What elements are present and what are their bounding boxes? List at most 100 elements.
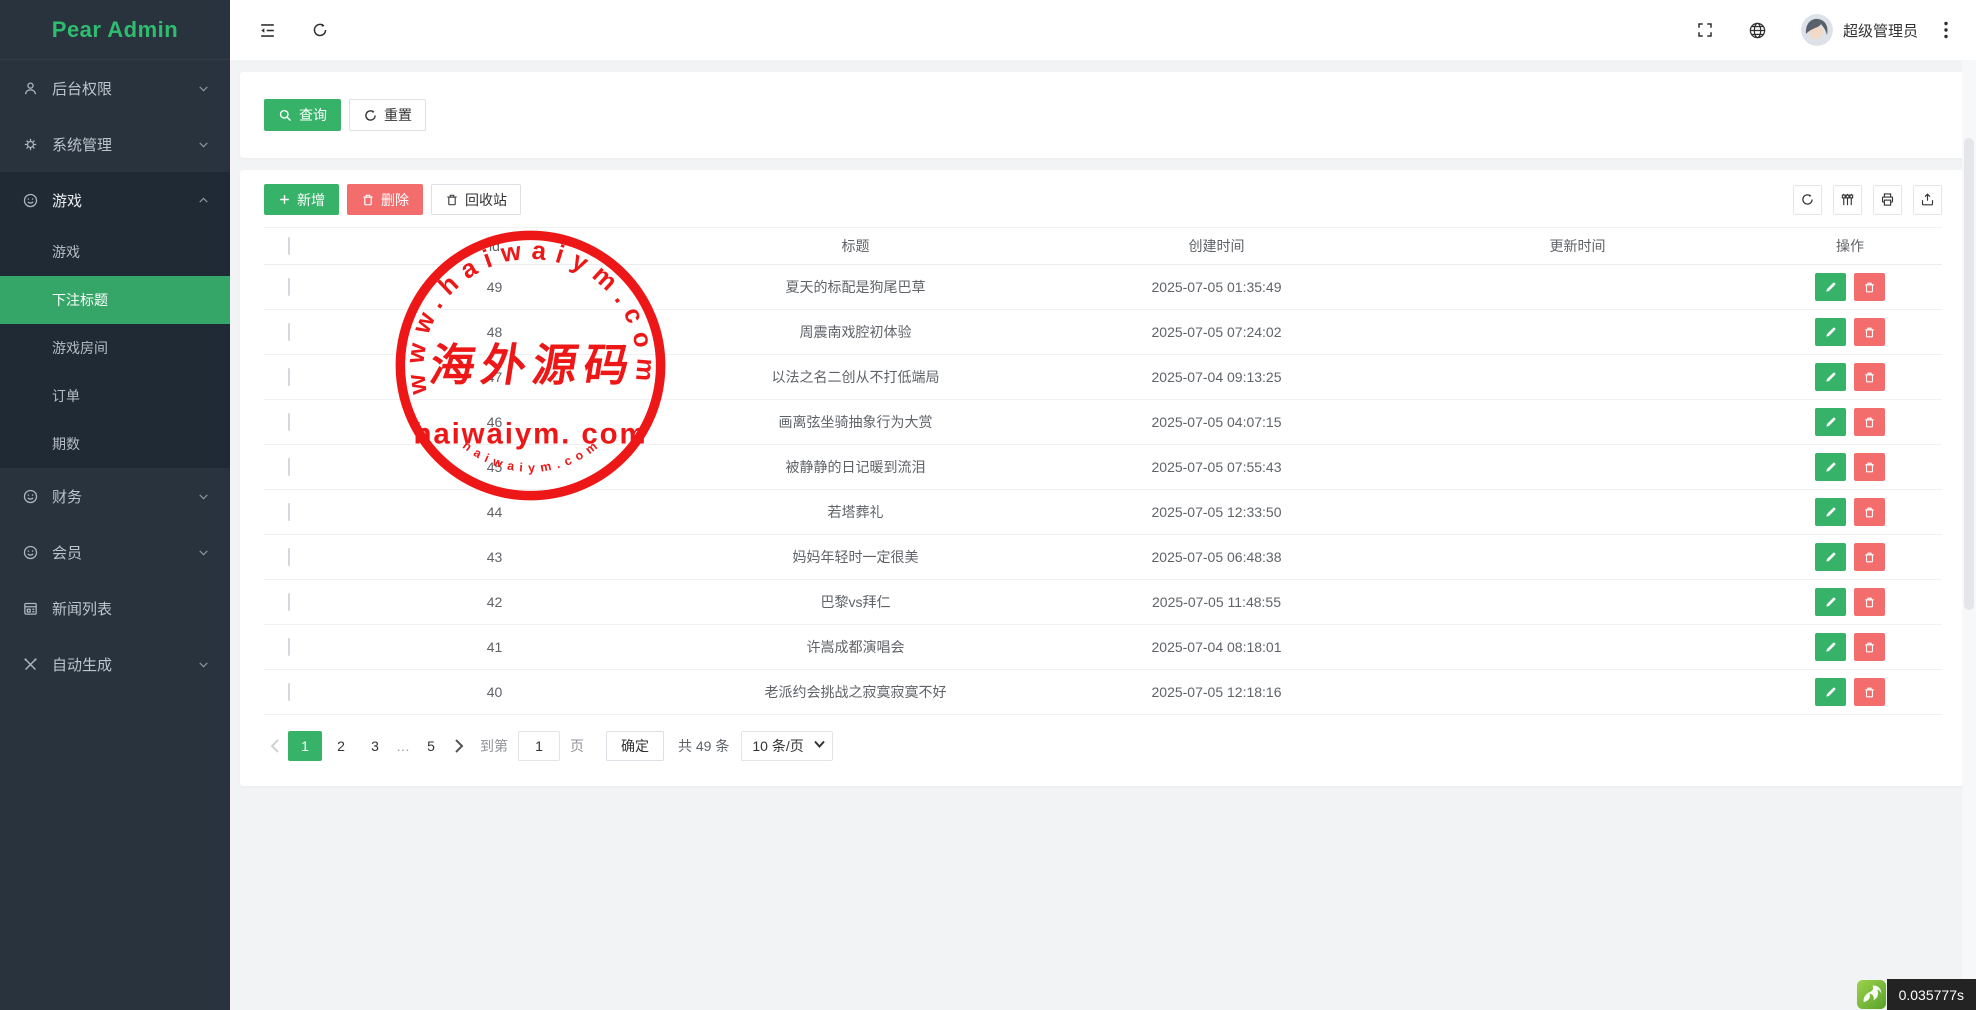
row-checkbox[interactable] xyxy=(288,503,290,521)
row-edit-button[interactable] xyxy=(1815,678,1846,706)
refresh-page-icon[interactable] xyxy=(311,21,329,39)
row-delete-button[interactable] xyxy=(1854,678,1885,706)
page-number-5[interactable]: 5 xyxy=(416,731,446,761)
page-size-select[interactable]: 10 条/页 xyxy=(741,731,833,761)
cell-id: 41 xyxy=(314,639,675,655)
row-delete-button[interactable] xyxy=(1854,588,1885,616)
row-edit-button[interactable] xyxy=(1815,453,1846,481)
query-button[interactable]: 查询 xyxy=(264,99,341,131)
sidebar-item-2[interactable]: 游戏 xyxy=(0,172,230,228)
table-header: id标题创建时间更新时间操作 xyxy=(264,227,1942,265)
scrollbar-track[interactable] xyxy=(1962,60,1976,1010)
sidebar-item-0[interactable]: 后台权限 xyxy=(0,60,230,116)
fullscreen-icon[interactable] xyxy=(1696,21,1714,39)
page-prev-icon[interactable] xyxy=(264,739,286,753)
row-checkbox-cell xyxy=(264,504,314,520)
sidebar-item-6[interactable]: 自动生成 xyxy=(0,636,230,692)
page-numbers: 123…5 xyxy=(286,731,448,761)
sidebar-item-1[interactable]: 系统管理 xyxy=(0,116,230,172)
debug-elapsed-time[interactable]: 0.035777s xyxy=(1887,979,1976,1010)
row-checkbox[interactable] xyxy=(288,548,290,566)
row-checkbox[interactable] xyxy=(288,278,290,296)
header-col-2: 创建时间 xyxy=(1036,236,1397,256)
row-delete-button[interactable] xyxy=(1854,273,1885,301)
pencil-icon xyxy=(1824,415,1838,429)
row-checkbox[interactable] xyxy=(288,323,290,341)
row-delete-button[interactable] xyxy=(1854,498,1885,526)
thinkphp-logo-icon[interactable] xyxy=(1856,979,1887,1010)
sidebar-subitem-2-2[interactable]: 游戏房间 xyxy=(0,324,230,372)
language-globe-icon[interactable] xyxy=(1748,21,1767,40)
cell-actions xyxy=(1758,408,1942,436)
export-button[interactable] xyxy=(1913,185,1942,215)
pencil-icon xyxy=(1824,325,1838,339)
sidebar-item-5[interactable]: 新闻列表 xyxy=(0,580,230,636)
jump-confirm-button[interactable]: 确定 xyxy=(606,731,664,761)
delete-button-label: 删除 xyxy=(381,190,409,210)
row-edit-button[interactable] xyxy=(1815,543,1846,571)
row-delete-button[interactable] xyxy=(1854,363,1885,391)
sidebar-item-label: 财务 xyxy=(52,486,82,507)
row-checkbox[interactable] xyxy=(288,683,290,701)
delete-button[interactable]: 删除 xyxy=(347,184,423,215)
row-checkbox[interactable] xyxy=(288,413,290,431)
row-checkbox[interactable] xyxy=(288,593,290,611)
header-col-0: id xyxy=(314,238,675,254)
recycle-bin-button[interactable]: 回收站 xyxy=(431,184,521,215)
row-edit-button[interactable] xyxy=(1815,408,1846,436)
row-edit-button[interactable] xyxy=(1815,498,1846,526)
cell-title: 周震南戏腔初体验 xyxy=(675,322,1036,342)
row-edit-button[interactable] xyxy=(1815,318,1846,346)
row-delete-button[interactable] xyxy=(1854,453,1885,481)
cell-actions xyxy=(1758,318,1942,346)
cell-created: 2025-07-04 08:18:01 xyxy=(1036,639,1397,655)
page-number-1[interactable]: 1 xyxy=(288,731,322,761)
row-edit-button[interactable] xyxy=(1815,633,1846,661)
row-checkbox-cell xyxy=(264,639,314,655)
header-checkbox-cell xyxy=(264,238,314,254)
page-next-icon[interactable] xyxy=(448,739,470,753)
row-checkbox[interactable] xyxy=(288,638,290,656)
gear-icon xyxy=(20,136,40,153)
sidebar-subitem-2-4[interactable]: 期数 xyxy=(0,420,230,468)
select-all-checkbox[interactable] xyxy=(288,237,290,255)
row-edit-button[interactable] xyxy=(1815,273,1846,301)
page-number-2[interactable]: 2 xyxy=(326,731,356,761)
sidebar-subitem-2-1[interactable]: 下注标题 xyxy=(0,276,230,324)
row-checkbox[interactable] xyxy=(288,368,290,386)
username[interactable]: 超级管理员 xyxy=(1843,20,1918,41)
table-row: 44若塔葬礼2025-07-05 12:33:50 xyxy=(264,490,1942,535)
row-checkbox-cell xyxy=(264,324,314,340)
cell-actions xyxy=(1758,363,1942,391)
column-filter-button[interactable] xyxy=(1833,185,1862,215)
scrollbar-thumb[interactable] xyxy=(1964,138,1974,610)
row-edit-button[interactable] xyxy=(1815,363,1846,391)
avatar[interactable] xyxy=(1801,14,1833,46)
row-edit-button[interactable] xyxy=(1815,588,1846,616)
sidebar-subitem-2-0[interactable]: 游戏 xyxy=(0,228,230,276)
reset-button[interactable]: 重置 xyxy=(349,99,426,131)
add-button[interactable]: 新增 xyxy=(264,184,339,215)
sidebar-subitem-2-3[interactable]: 订单 xyxy=(0,372,230,420)
jump-page-input[interactable] xyxy=(518,731,560,761)
row-delete-button[interactable] xyxy=(1854,543,1885,571)
trash-icon xyxy=(1863,686,1876,699)
row-delete-button[interactable] xyxy=(1854,318,1885,346)
table-row: 46画离弦坐骑抽象行为大赏2025-07-05 04:07:15 xyxy=(264,400,1942,445)
row-delete-button[interactable] xyxy=(1854,633,1885,661)
cell-created: 2025-07-05 11:48:55 xyxy=(1036,594,1397,610)
table-row: 47以法之名二创从不打低端局2025-07-04 09:13:25 xyxy=(264,355,1942,400)
cell-created: 2025-07-05 12:18:16 xyxy=(1036,684,1397,700)
row-delete-button[interactable] xyxy=(1854,408,1885,436)
row-checkbox[interactable] xyxy=(288,458,290,476)
sidebar-item-4[interactable]: 会员 xyxy=(0,524,230,580)
main-area: 超级管理员 查询 xyxy=(230,0,1976,1010)
table-refresh-button[interactable] xyxy=(1793,185,1822,215)
page-number-3[interactable]: 3 xyxy=(360,731,390,761)
data-table: id标题创建时间更新时间操作 49夏天的标配是狗尾巴草2025-07-05 01… xyxy=(264,227,1942,715)
user-icon xyxy=(20,80,40,97)
more-kebab-icon[interactable] xyxy=(1944,21,1948,39)
collapse-sidebar-icon[interactable] xyxy=(258,21,277,40)
print-button[interactable] xyxy=(1873,185,1902,215)
sidebar-item-3[interactable]: 财务 xyxy=(0,468,230,524)
